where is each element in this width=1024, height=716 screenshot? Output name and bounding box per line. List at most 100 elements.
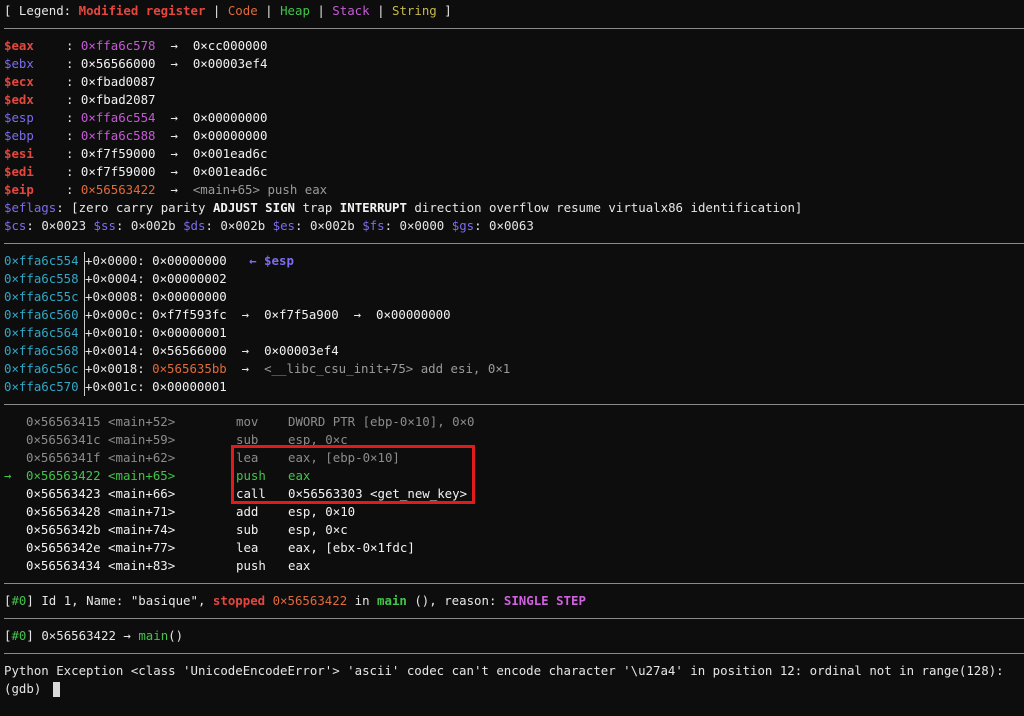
register-name: $eax: [4, 38, 34, 53]
exception-line: Python Exception <class 'UnicodeEncodeEr…: [4, 663, 1004, 678]
segment-name: $ds: [183, 218, 206, 233]
current-instruction-arrow: [4, 539, 26, 557]
legend-code: Code: [227, 3, 258, 18]
stack-deref: 0×00003ef4: [264, 343, 339, 358]
gdb-prompt-line[interactable]: (gdb): [4, 680, 1024, 698]
stack-row: 0×ffa6c558 +0×0004: 0×00000002: [4, 270, 1024, 288]
instruction-address: 0×56563434 <main+83>: [26, 558, 176, 573]
stack-offset: +0×0014:: [85, 343, 153, 358]
stack-address: 0×ffa6c554: [4, 252, 85, 270]
stack-address: 0×ffa6c560: [4, 306, 85, 324]
register-value: 0×f7f59000: [80, 146, 156, 161]
register-name: $esi: [4, 146, 34, 161]
separator-registers: [4, 28, 1024, 29]
current-instruction-arrow: [4, 431, 26, 449]
instruction-address: 0×5656341f <main+62>: [26, 450, 176, 465]
register-deref: 0×00000000: [192, 110, 268, 125]
threads-line: [#0] Id 1, Name: "basique", stopped 0×56…: [4, 593, 586, 608]
register-row: $ecx: 0×fbad0087: [4, 73, 1024, 91]
stack-deref: <__libc_csu_init+75> add esi, 0×1: [264, 361, 511, 376]
register-row: $eax: 0×ffa6c578 → 0×cc000000: [4, 37, 1024, 55]
register-name: $esp: [4, 110, 34, 125]
instruction-address: 0×5656341c <main+59>: [26, 432, 176, 447]
stack-offset: +0×0018:: [85, 361, 153, 376]
chain-arrow: →: [155, 164, 193, 179]
eflag: parity: [160, 200, 206, 215]
eflag: SIGN: [265, 200, 296, 215]
current-instruction-arrow: [4, 413, 26, 431]
stack-row: 0×ffa6c564 +0×0010: 0×00000001: [4, 324, 1024, 342]
register-deref: 0×00003ef4: [192, 56, 268, 71]
register-deref: 0×001ead6c: [192, 164, 268, 179]
register-colon: :: [66, 164, 81, 179]
segment-value: 0×0063: [489, 218, 534, 233]
register-colon: :: [66, 74, 81, 89]
instruction-address: 0×56563423 <main+66>: [26, 486, 176, 501]
eflags-line: $eflags: [zero carry parity ADJUST SIGN …: [4, 199, 1024, 217]
code-row: 0×5656342e <main+77> lea eax, [ebx-0×1fdc]: [4, 539, 1024, 557]
register-colon: :: [66, 182, 81, 197]
register-row: $ebp: 0×ffa6c588 → 0×00000000: [4, 127, 1024, 145]
segment-value: 0×0000: [399, 218, 445, 233]
stack-section: 0×ffa6c554 +0×0000: 0×00000000 ← $esp 0×ff…: [4, 252, 1024, 396]
code-row: 0×56563434 <main+83> push eax: [4, 557, 1024, 575]
segment-name: $ss: [93, 218, 116, 233]
stack-offset: +0×001c:: [85, 379, 153, 394]
instruction-operands: eax, [ebx-0×1fdc]: [288, 540, 415, 555]
register-value: 0×56566000: [80, 56, 156, 71]
current-instruction-arrow: [4, 521, 26, 539]
register-value: 0×56563422: [80, 182, 156, 197]
gdb-prompt: (gdb): [4, 681, 49, 696]
highlight-box: [231, 445, 475, 504]
trace-line: [#0] 0×56563422 → main(): [4, 628, 184, 643]
legend-sep: |: [369, 3, 392, 18]
stack-row: 0×ffa6c568 +0×0014: 0×56566000 → 0×00003e…: [4, 342, 1024, 360]
current-instruction-arrow: [4, 503, 26, 521]
stack-value: 0×00000001: [152, 325, 227, 340]
eflag: INTERRUPT: [339, 200, 407, 215]
instruction-mnemonic: add: [236, 504, 259, 519]
legend-stack: Stack: [332, 3, 370, 18]
legend-sep: |: [309, 3, 333, 18]
register-colon: :: [66, 128, 81, 143]
separator-exception: [4, 653, 1024, 654]
register-row: $edi: 0×f7f59000 → 0×001ead6c: [4, 163, 1024, 181]
chain-arrow: →: [226, 361, 265, 376]
instruction-address: 0×56563428 <main+71>: [26, 504, 176, 519]
register-deref: 0×00000000: [192, 128, 268, 143]
current-instruction-arrow: →: [4, 468, 19, 483]
legend-string: String: [392, 3, 437, 18]
eflag: direction: [414, 200, 482, 215]
eflag: overflow: [489, 200, 549, 215]
gdb-terminal[interactable]: [ Legend: Modified register | Code | Hea…: [4, 2, 1024, 698]
register-colon: :: [66, 38, 81, 53]
stack-address: 0×ffa6c568: [4, 342, 85, 360]
instruction-operands: esp, 0×c: [288, 522, 348, 537]
chain-arrow: →: [155, 146, 193, 161]
stack-row: 0×ffa6c570 +0×001c: 0×00000001: [4, 378, 1024, 396]
chain-arrow: →: [226, 343, 265, 358]
instruction-mnemonic: push: [236, 558, 266, 573]
thread-index: #0: [11, 593, 27, 608]
chain-arrow: →: [226, 307, 265, 322]
instruction-address: 0×5656342b <main+74>: [26, 522, 176, 537]
register-value: 0×fbad0087: [80, 74, 156, 89]
segment-name: $fs: [362, 218, 385, 233]
thread-func: main: [377, 593, 407, 608]
trace-tail: (): [168, 628, 184, 643]
register-row: $esi: 0×f7f59000 → 0×001ead6c: [4, 145, 1024, 163]
legend-sep: |: [205, 3, 228, 18]
stack-value: 0×00000000: [152, 253, 227, 268]
stack-offset: +0×0004:: [85, 271, 153, 286]
register-colon: :: [66, 56, 81, 71]
register-value: 0×f7f59000: [80, 164, 156, 179]
current-instruction-arrow: [4, 485, 26, 503]
thread-info: Id 1, Name: "basique",: [33, 593, 213, 608]
